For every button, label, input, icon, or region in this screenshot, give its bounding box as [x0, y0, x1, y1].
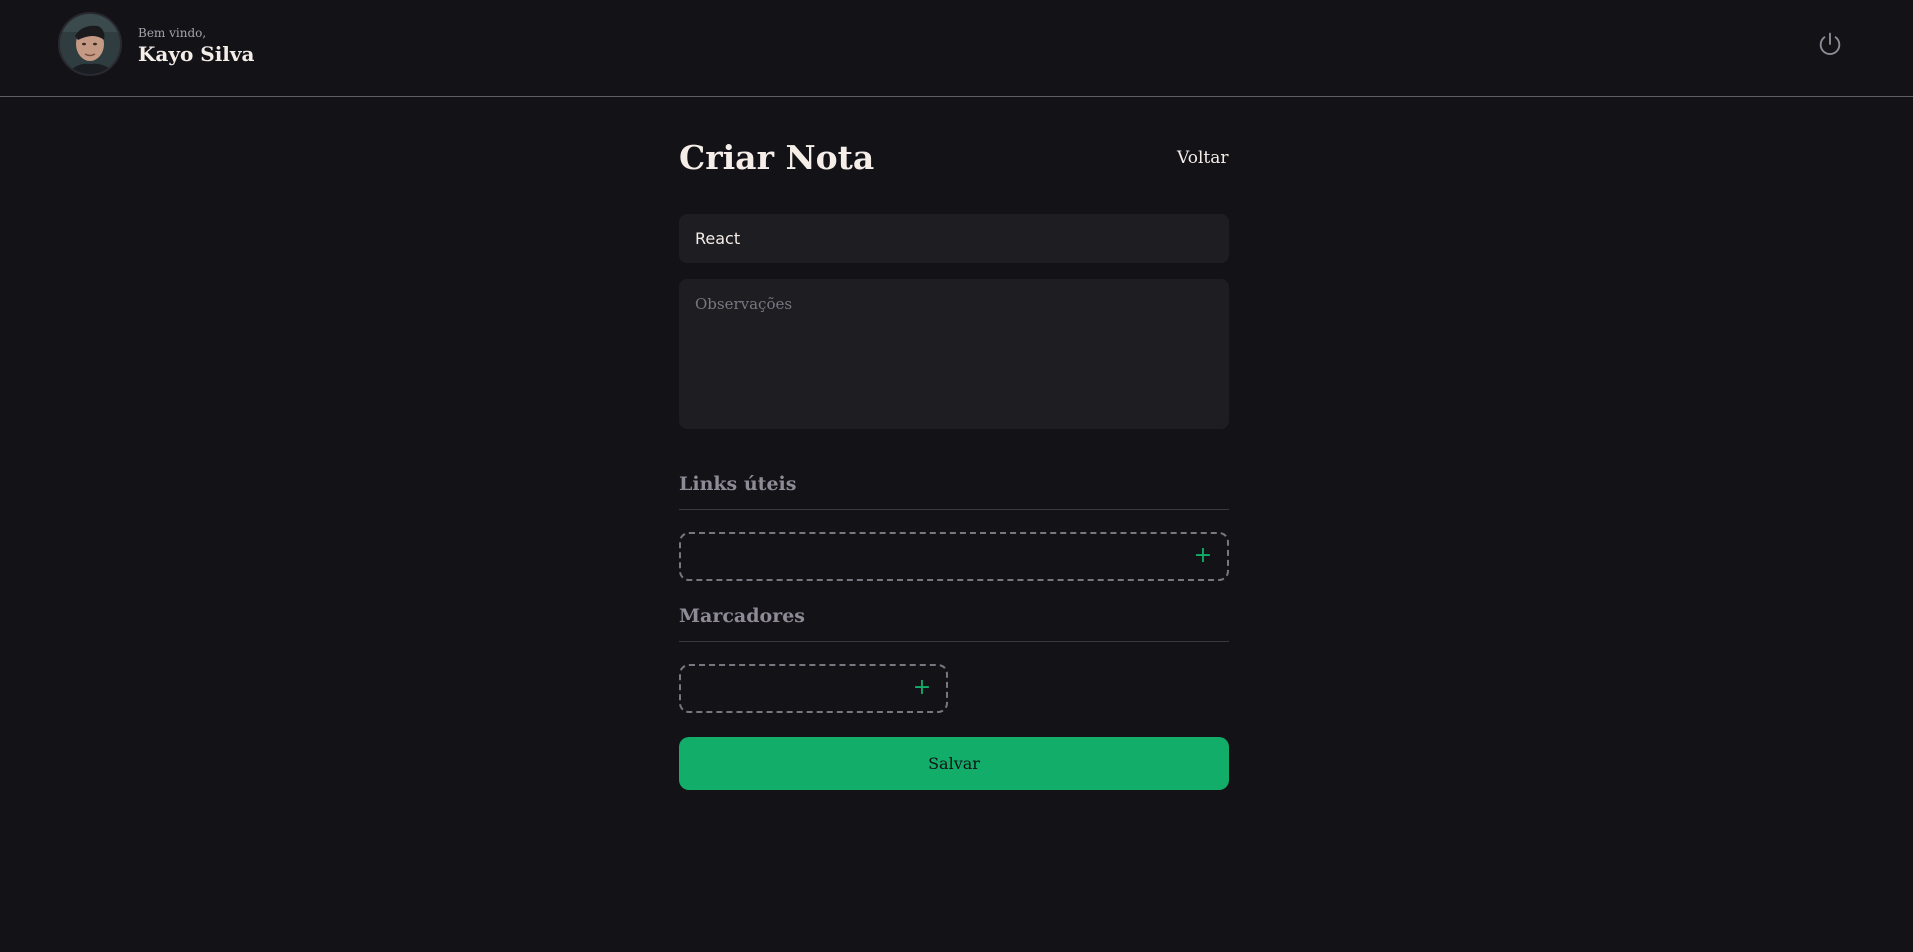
- power-icon: [1819, 32, 1841, 55]
- add-tag-plus-icon[interactable]: +: [910, 676, 934, 700]
- user-avatar[interactable]: [58, 12, 122, 76]
- save-button[interactable]: Salvar: [679, 737, 1229, 790]
- page-title: Criar Nota: [679, 138, 875, 177]
- back-link[interactable]: Voltar: [1177, 148, 1228, 168]
- new-tag-input[interactable]: [681, 666, 902, 711]
- notes-textarea[interactable]: [679, 279, 1229, 429]
- add-link-plus-icon[interactable]: +: [1191, 544, 1215, 568]
- app-header: Bem vindo, Kayo Silva: [0, 0, 1913, 97]
- avatar-image-icon: [60, 14, 120, 74]
- new-link-item: +: [679, 532, 1229, 581]
- new-link-input[interactable]: [681, 534, 1183, 579]
- title-input[interactable]: [679, 214, 1229, 263]
- welcome-text: Bem vindo,: [138, 26, 207, 40]
- links-section-title: Links úteis: [679, 473, 1229, 510]
- logout-button[interactable]: [1816, 30, 1844, 58]
- new-tag-item: +: [679, 664, 948, 713]
- tags-section-title: Marcadores: [679, 605, 1229, 642]
- user-name: Kayo Silva: [138, 42, 255, 66]
